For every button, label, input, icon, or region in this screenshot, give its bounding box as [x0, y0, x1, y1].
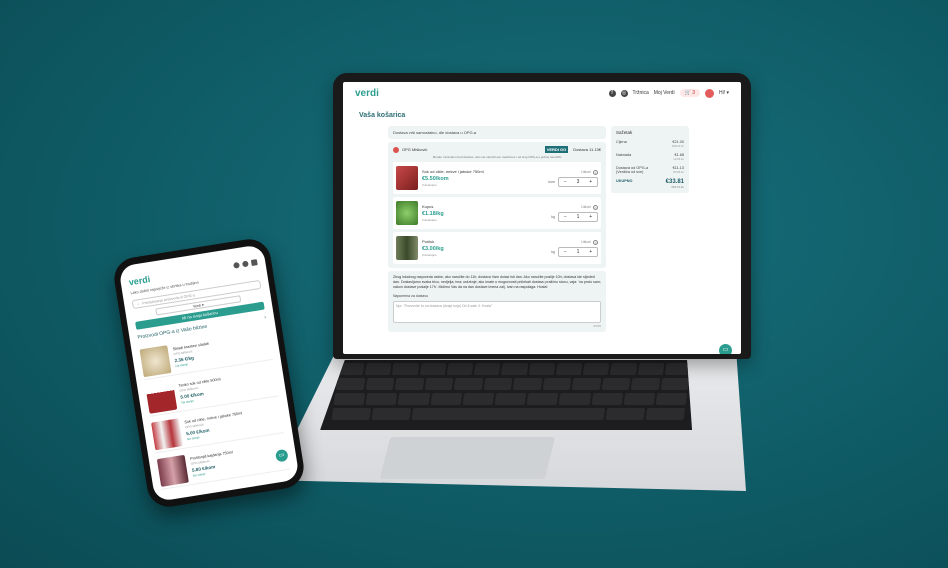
summary-row: Cijena €21.00 158.22 kn: [616, 140, 684, 148]
product-stock: 2 dostupno: [422, 218, 437, 222]
delivery-info-panel: Zbog lokalnog rasporeda radne, ako naruč…: [388, 271, 606, 332]
delivery-price: Dostava 11.13€: [573, 147, 601, 152]
cart-item: Poriluk €3.00/kg 3 dostupno Ukloni × kg −…: [393, 232, 601, 264]
verdi-go-badge: VERDI GO: [544, 146, 569, 153]
laptop-screen: verdi f ◎ Tržnica Moj Verdi 🛒 3 Hi! ▾ Va…: [343, 82, 741, 354]
product-price: €5.50/kom: [422, 176, 449, 182]
product-name[interactable]: Poriluk: [422, 239, 551, 244]
verdi-logo[interactable]: verdi: [128, 274, 151, 287]
product-thumbnail: [150, 417, 184, 450]
delivery-info-text: Zbog lokalnog rasporeda radne, ako naruč…: [393, 275, 601, 289]
facebook-icon[interactable]: [233, 261, 240, 269]
product-price: €3.00/kg: [422, 246, 444, 252]
unit-label: kg: [551, 214, 555, 219]
remove-button[interactable]: Ukloni ×: [581, 169, 598, 175]
close-icon: ×: [593, 204, 598, 210]
remove-button[interactable]: Ukloni ×: [581, 239, 598, 245]
seller-panel: OPG Mišković VERDI GO Dostava 11.13€ Mor…: [388, 142, 606, 268]
product-price: €1.18/kg: [422, 211, 444, 217]
search-icon: ⌕: [136, 301, 140, 306]
summary-sub: 12.66 kn: [673, 157, 684, 161]
chat-icon[interactable]: ▭: [719, 344, 732, 354]
laptop-trackpad: [379, 437, 556, 479]
summary-total: UKUPNO €33.81 254.74 kn: [616, 179, 684, 189]
note-label: Napomena za dostavu: [393, 294, 429, 298]
close-icon: ×: [593, 169, 598, 175]
instagram-icon[interactable]: ◎: [620, 89, 628, 97]
phone-device: verdi Lako dobiti najsvježe iz obrtika u…: [111, 236, 307, 510]
remove-label: Ukloni: [581, 205, 591, 209]
seller-row: OPG Mišković VERDI GO Dostava 11.13€: [393, 146, 601, 153]
increment-button[interactable]: +: [584, 179, 597, 185]
quantity-stepper: − 1 +: [558, 211, 598, 222]
remove-button[interactable]: Ukloni ×: [581, 204, 598, 210]
laptop-keyboard: [320, 360, 702, 430]
product-thumbnail[interactable]: [396, 236, 418, 260]
phone-screen: verdi Lako dobiti najsvježe iz obrtika u…: [118, 244, 300, 502]
summary-label: Cijena: [616, 140, 627, 144]
quantity-stepper: − 1 +: [558, 246, 598, 257]
chevron-right-icon[interactable]: ›: [264, 314, 267, 320]
summary-sub: 83.86 kn: [673, 170, 684, 174]
order-summary: Sažetak Cijena €21.00 158.22 kn Naknada €…: [611, 126, 689, 193]
unit-label: kom: [548, 179, 555, 184]
decrement-button[interactable]: −: [559, 249, 572, 255]
cart-count: 3: [692, 90, 695, 96]
product-thumbnail[interactable]: [396, 201, 418, 225]
instagram-icon[interactable]: [241, 260, 249, 268]
decrement-button[interactable]: −: [559, 179, 572, 185]
site-header: verdi f ◎ Tržnica Moj Verdi 🛒 3 Hi! ▾: [343, 82, 741, 104]
quantity-stepper: − 3 +: [558, 176, 598, 187]
facebook-icon[interactable]: f: [608, 89, 616, 97]
summary-sub: 158.22 kn: [671, 144, 684, 148]
total-label: UKUPNO: [616, 179, 633, 183]
product-thumbnail: [139, 344, 172, 377]
remove-label: Ukloni: [581, 240, 591, 244]
cart-button[interactable]: 🛒 3: [679, 89, 700, 97]
product-name[interactable]: Kupus: [422, 204, 551, 209]
site-nav: f ◎ Tržnica Moj Verdi 🛒 3 Hi! ▾: [608, 88, 729, 98]
seller-name[interactable]: OPG Mišković: [402, 147, 427, 152]
min-order-hint: Morate minimalnu bod dostave. Ako ste na…: [432, 155, 562, 159]
summary-title: Sažetak: [616, 130, 633, 135]
nav-trznica[interactable]: Tržnica: [633, 90, 649, 96]
decrement-button[interactable]: −: [559, 214, 572, 220]
product-stock: 3 dostupno: [422, 253, 437, 257]
verdi-logo[interactable]: verdi: [355, 88, 379, 99]
summary-label: Naknada: [616, 153, 632, 157]
close-icon: ×: [593, 239, 598, 245]
char-counter: 0/150: [593, 324, 601, 328]
total-sub: 254.74 kn: [671, 185, 684, 189]
notice-text: Dostava vrši samostalno, dle dostava u O…: [393, 130, 477, 135]
quantity-value[interactable]: 1: [572, 214, 585, 220]
increment-button[interactable]: +: [584, 249, 597, 255]
nav-moj-verdi[interactable]: Moj Verdi: [654, 90, 675, 96]
cart-item: Sok od cikle, mrkve i jabuke 750ml €5.50…: [393, 162, 601, 194]
page-title: Vaša košarica: [359, 112, 406, 119]
product-thumbnail: [145, 381, 178, 414]
seller-icon: [393, 146, 399, 153]
notice-panel: Dostava vrši samostalno, dle dostava u O…: [388, 126, 606, 139]
delivery-note-input[interactable]: Npr. "Pozvonite tu za dostava (dvaje koj…: [393, 301, 601, 323]
product-stock: 3 dostupno: [422, 183, 437, 187]
user-menu[interactable]: Hi! ▾: [719, 90, 729, 96]
quantity-value[interactable]: 1: [572, 249, 585, 255]
menu-icon[interactable]: [250, 259, 258, 266]
product-thumbnail: [156, 454, 189, 487]
quantity-value[interactable]: 3: [572, 179, 585, 185]
increment-button[interactable]: +: [584, 214, 597, 220]
product-name[interactable]: Sok od cikle, mrkve i jabuke 750ml: [422, 169, 548, 174]
summary-row: Dostava od OPG-a (Verdića od sve) €11.13…: [616, 166, 684, 174]
avatar[interactable]: [704, 88, 714, 98]
cart-column: Dostava vrši samostalno, dle dostava u O…: [388, 126, 606, 335]
product-thumbnail[interactable]: [396, 166, 418, 190]
summary-label: Dostava od OPG-a (Verdića od sve): [616, 166, 649, 174]
unit-label: kg: [551, 249, 555, 254]
summary-row: Naknada €1.68 12.66 kn: [616, 153, 684, 161]
remove-label: Ukloni: [581, 170, 591, 174]
cart-item: Kupus €1.18/kg 2 dostupno Ukloni × kg − 1…: [393, 197, 601, 229]
